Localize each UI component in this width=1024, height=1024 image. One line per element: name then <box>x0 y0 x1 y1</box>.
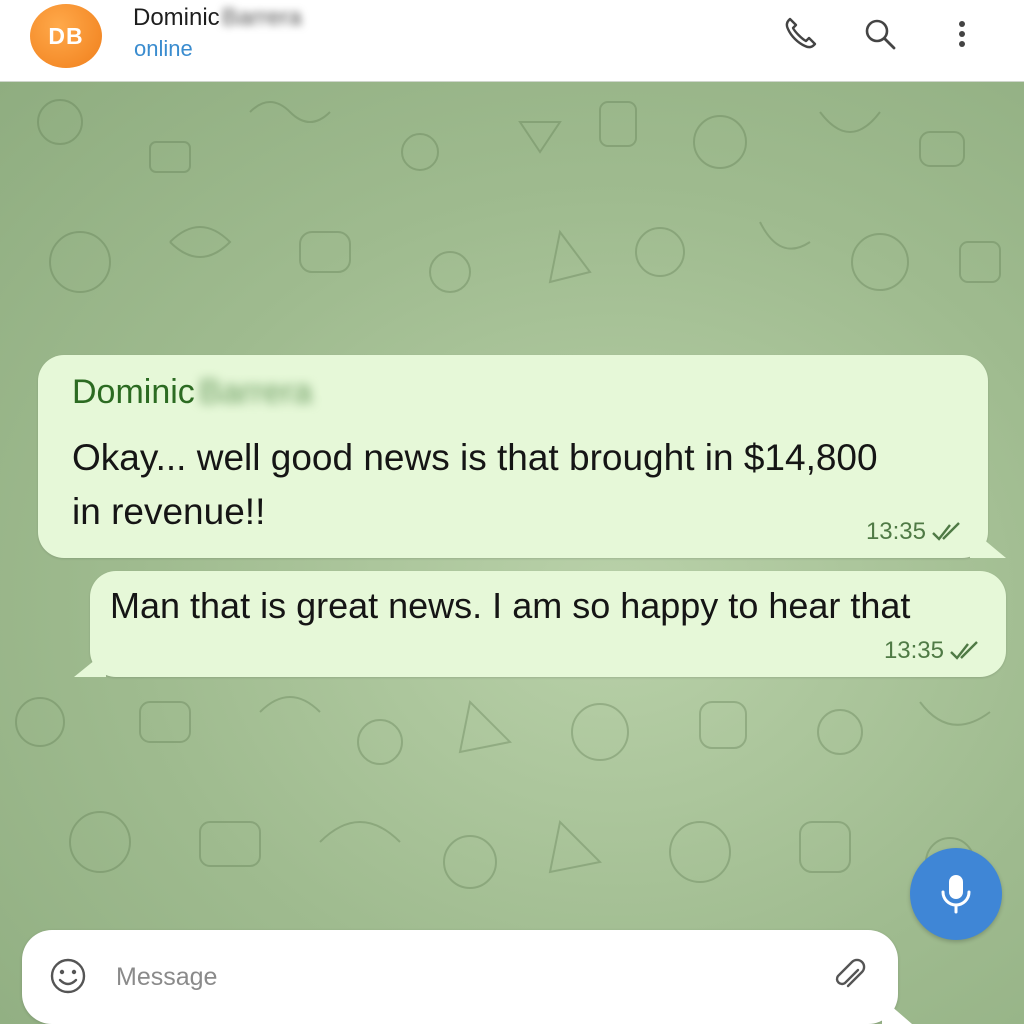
contact-status: online <box>134 36 193 61</box>
message-meta: 13:35 <box>884 637 982 665</box>
message-time: 13:35 <box>865 518 926 545</box>
sender-last-name: Barrera <box>198 373 313 411</box>
more-vertical-icon[interactable] <box>942 14 982 54</box>
message-meta: 13:35 <box>866 518 964 546</box>
avatar-initials: DB <box>48 22 84 49</box>
avatar[interactable]: DB <box>30 4 102 68</box>
chat-header: DB DominicBarrera online <box>0 0 1024 82</box>
chat-area[interactable]: Dominic Barrera Okay... well good news is… <box>0 82 1024 1024</box>
sender-name[interactable]: Dominic Barrera <box>72 373 312 412</box>
contact-first-name: Dominic <box>133 4 220 31</box>
message-text: Man that is great news. I am so happy to… <box>110 585 911 626</box>
mic-button[interactable] <box>910 848 1002 940</box>
contact-last-name: Barrera <box>221 4 302 31</box>
message-time: 13:35 <box>883 637 944 664</box>
message-bubble-incoming[interactable]: Dominic Barrera Okay... well good news is… <box>38 355 1006 558</box>
message-composer <box>22 930 912 1024</box>
mic-icon <box>941 875 971 914</box>
search-icon[interactable] <box>860 14 900 54</box>
double-check-icon <box>950 641 978 660</box>
message-bubble-outgoing[interactable]: Man that is great news. I am so happy to… <box>74 571 1006 677</box>
contact-name[interactable]: DominicBarrera <box>133 4 302 32</box>
emoji-icon[interactable] <box>48 956 88 996</box>
double-check-icon <box>932 522 960 541</box>
message-input[interactable] <box>114 950 798 1004</box>
message-text: Okay... well good news is that brought i… <box>72 437 878 532</box>
sender-first-name: Dominic <box>72 373 195 411</box>
phone-icon[interactable] <box>780 14 820 54</box>
attach-icon[interactable] <box>830 956 870 996</box>
